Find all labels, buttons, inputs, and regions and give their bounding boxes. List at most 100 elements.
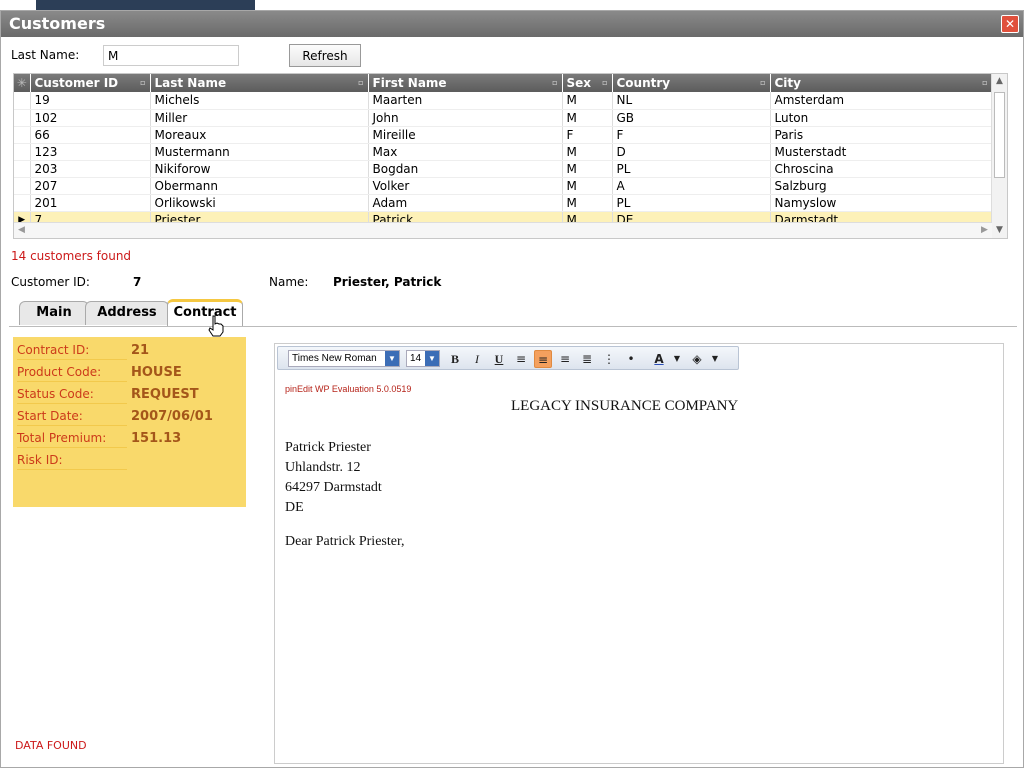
scroll-right-icon[interactable]: ▶ (977, 223, 992, 238)
font-size-value: 14 (410, 353, 422, 364)
grid-header-row: ✳ Customer ID ▫ Last Name ▫ First Name ▫ Se… (14, 74, 993, 92)
scrollbar-thumb[interactable] (994, 92, 1005, 178)
last-name-label: Last Name: (11, 48, 80, 62)
cell-customer-id: 102 (30, 109, 151, 127)
cell-last-name: Michels (150, 92, 369, 110)
grid-horizontal-scrollbar[interactable]: ◀ ▶ (14, 222, 992, 238)
align-center-icon[interactable]: ≡ (534, 350, 552, 368)
total-premium-label: Total Premium: (17, 431, 127, 448)
refresh-button[interactable]: Refresh (289, 44, 361, 67)
bold-icon[interactable]: B (446, 350, 464, 368)
row-indicator (14, 194, 31, 212)
name-label: Name: (269, 275, 309, 289)
cell-country: NL (612, 92, 771, 110)
font-family-select[interactable]: Times New Roman ▼ (288, 350, 400, 367)
start-date-value: 2007/06/01 (131, 409, 213, 424)
cell-sex: M (562, 109, 613, 127)
customers-window: Customers ✕ Last Name: Refresh ✳ Custome… (0, 10, 1024, 768)
table-row[interactable]: 102 Miller John M GB Luton (14, 109, 993, 127)
cell-country: F (612, 126, 771, 144)
column-header-customer-id[interactable]: Customer ID ▫ (30, 74, 151, 92)
tab-contract[interactable]: Contract (167, 299, 243, 327)
title-bar[interactable]: Customers ✕ (1, 11, 1023, 37)
table-row[interactable]: 66 Moreaux Mireille F F Paris (14, 126, 993, 144)
tab-address[interactable]: Address (85, 301, 169, 325)
highlight-color-icon[interactable]: ◈ (688, 350, 706, 368)
address-line: DE (285, 500, 304, 515)
rich-text-editor[interactable]: Times New Roman ▼ 14 ▼ B I U ≡ ≡ ≡ ≣ ⋮ •… (274, 343, 1004, 764)
sort-icon: ▫ (982, 78, 988, 87)
row-indicator (14, 126, 31, 144)
column-header-first-name[interactable]: First Name ▫ (368, 74, 563, 92)
table-row[interactable]: 207 Obermann Volker M A Salzburg (14, 177, 993, 195)
underline-icon[interactable]: U (490, 350, 508, 368)
sort-icon: ▫ (602, 78, 608, 87)
contract-id-label: Contract ID: (17, 343, 127, 360)
row-indicator (14, 109, 31, 127)
italic-icon[interactable]: I (468, 350, 486, 368)
column-header-last-name[interactable]: Last Name ▫ (150, 74, 369, 92)
tab-main[interactable]: Main (19, 301, 89, 325)
tab-content-divider (9, 326, 1017, 327)
align-justify-icon[interactable]: ≣ (578, 350, 596, 368)
chevron-down-icon[interactable]: ▼ (706, 350, 724, 368)
cell-first-name: Max (368, 143, 563, 161)
table-row[interactable]: 123 Mustermann Max M D Musterstadt (14, 143, 993, 161)
address-line: 64297 Darmstadt (285, 480, 382, 495)
cell-country: PL (612, 194, 771, 212)
product-code-value: HOUSE (131, 365, 182, 380)
column-header-country[interactable]: Country ▫ (612, 74, 771, 92)
grid-vertical-scrollbar[interactable]: ▲ ▼ (991, 74, 1007, 238)
product-code-label: Product Code: (17, 365, 127, 382)
row-indicator (14, 160, 31, 178)
cell-sex: M (562, 160, 613, 178)
table-row[interactable]: 201 Orlikowski Adam M PL Namyslow (14, 194, 993, 212)
cell-first-name: Bogdan (368, 160, 563, 178)
company-heading: LEGACY INSURANCE COMPANY (511, 398, 739, 414)
align-right-icon[interactable]: ≡ (556, 350, 574, 368)
close-icon[interactable]: ✕ (1001, 15, 1019, 33)
cell-city: Salzburg (770, 177, 993, 195)
row-indicator (14, 92, 31, 110)
scroll-down-icon[interactable]: ▼ (992, 223, 1007, 238)
cell-city: Namyslow (770, 194, 993, 212)
last-name-input[interactable] (103, 45, 239, 66)
sort-icon: ▫ (552, 78, 558, 87)
font-size-select[interactable]: 14 ▼ (406, 350, 440, 367)
chevron-down-icon[interactable]: ▼ (385, 351, 399, 366)
cell-city: Chroscina (770, 160, 993, 178)
scroll-up-icon[interactable]: ▲ (992, 74, 1007, 89)
numbered-list-icon[interactable]: ⋮ (600, 350, 618, 368)
column-header-sex[interactable]: Sex ▫ (562, 74, 613, 92)
cell-sex: M (562, 177, 613, 195)
window-title: Customers (9, 14, 106, 33)
total-premium-value: 151.13 (131, 431, 182, 446)
cell-last-name: Moreaux (150, 126, 369, 144)
row-indicator-header: ✳ (14, 74, 31, 92)
cell-country: PL (612, 160, 771, 178)
sort-icon: ▫ (140, 78, 146, 87)
cell-last-name: Mustermann (150, 143, 369, 161)
sort-icon: ▫ (358, 78, 364, 87)
align-left-icon[interactable]: ≡ (512, 350, 530, 368)
bullet-list-icon[interactable]: • (622, 350, 640, 368)
status-code-value: REQUEST (131, 387, 199, 402)
status-code-label: Status Code: (17, 387, 127, 404)
font-family-value: Times New Roman (292, 353, 377, 364)
text-color-icon[interactable]: A (650, 350, 668, 368)
column-header-city[interactable]: City ▫ (770, 74, 993, 92)
name-value: Priester, Patrick (333, 275, 442, 289)
cell-sex: F (562, 126, 613, 144)
cell-customer-id: 19 (30, 92, 151, 110)
row-indicator (14, 177, 31, 195)
contract-field: Risk ID: (17, 453, 242, 473)
table-row[interactable]: 19 Michels Maarten M NL Amsterdam (14, 92, 993, 110)
chevron-down-icon[interactable]: ▼ (425, 351, 439, 366)
cell-first-name: Maarten (368, 92, 563, 110)
scroll-left-icon[interactable]: ◀ (14, 223, 29, 238)
risk-id-label: Risk ID: (17, 453, 127, 470)
cell-sex: M (562, 92, 613, 110)
chevron-down-icon[interactable]: ▼ (668, 350, 686, 368)
table-row[interactable]: 203 Nikiforow Bogdan M PL Chroscina (14, 160, 993, 178)
cell-city: Amsterdam (770, 92, 993, 110)
